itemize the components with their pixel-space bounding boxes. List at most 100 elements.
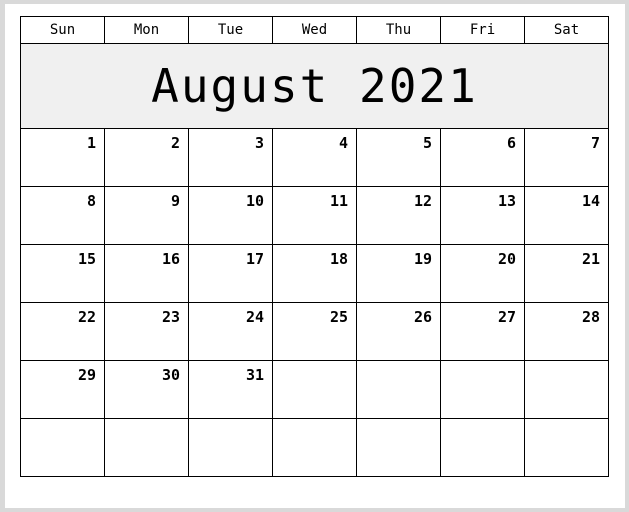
day-number: 14 xyxy=(581,192,600,210)
day-number: 20 xyxy=(497,250,516,268)
weekday-header-thu: Thu xyxy=(356,16,441,44)
month-title-band: August 2021 xyxy=(20,43,609,129)
calendar-day-cell[interactable]: 7 xyxy=(524,128,609,187)
calendar-day-cell[interactable]: 6 xyxy=(440,128,525,187)
day-number xyxy=(189,419,272,426)
day-number: 21 xyxy=(581,250,600,268)
day-number xyxy=(273,419,356,426)
calendar-week-row: 8 9 10 11 12 13 14 xyxy=(20,186,609,245)
calendar-day-cell[interactable]: 2 xyxy=(104,128,189,187)
calendar-day-cell[interactable]: 5 xyxy=(356,128,441,187)
calendar-day-cell-empty[interactable] xyxy=(356,418,441,477)
day-number: 30 xyxy=(161,366,180,384)
day-number: 3 xyxy=(254,134,264,152)
calendar-day-cell[interactable]: 21 xyxy=(524,244,609,303)
day-number: 15 xyxy=(77,250,96,268)
calendar-day-cell[interactable]: 4 xyxy=(272,128,357,187)
day-number xyxy=(357,361,440,368)
day-number xyxy=(441,419,524,426)
day-number: 12 xyxy=(413,192,432,210)
calendar-day-cell[interactable]: 31 xyxy=(188,360,273,419)
calendar-day-cell[interactable]: 24 xyxy=(188,302,273,361)
calendar-day-cell[interactable]: 1 xyxy=(20,128,105,187)
calendar-day-cell[interactable]: 3 xyxy=(188,128,273,187)
day-number xyxy=(357,419,440,426)
calendar-day-cell[interactable]: 16 xyxy=(104,244,189,303)
weekday-label: Mon xyxy=(133,22,160,38)
calendar-day-cell[interactable]: 23 xyxy=(104,302,189,361)
day-number xyxy=(441,361,524,368)
calendar-day-cell-empty[interactable] xyxy=(524,360,609,419)
calendar-day-cell[interactable]: 26 xyxy=(356,302,441,361)
day-number xyxy=(21,419,104,426)
calendar-day-cell-empty[interactable] xyxy=(20,418,105,477)
day-number: 19 xyxy=(413,250,432,268)
calendar-day-cell[interactable]: 14 xyxy=(524,186,609,245)
weekday-header-mon: Mon xyxy=(104,16,189,44)
calendar-week-row: 29 30 31 xyxy=(20,360,609,419)
day-number: 4 xyxy=(338,134,348,152)
calendar-day-cell[interactable]: 11 xyxy=(272,186,357,245)
calendar-day-cell[interactable]: 8 xyxy=(20,186,105,245)
monthly-calendar-table: Sun Mon Tue Wed Thu Fri Sat August 2021 … xyxy=(20,16,609,477)
calendar-day-cell[interactable]: 20 xyxy=(440,244,525,303)
page-title: August 2021 xyxy=(151,59,478,113)
day-number: 8 xyxy=(86,192,96,210)
day-number: 18 xyxy=(329,250,348,268)
day-number: 31 xyxy=(245,366,264,384)
calendar-week-row: 22 23 24 25 26 27 28 xyxy=(20,302,609,361)
day-number: 6 xyxy=(506,134,516,152)
weekday-label: Thu xyxy=(385,22,412,38)
calendar-day-cell[interactable]: 28 xyxy=(524,302,609,361)
day-number: 10 xyxy=(245,192,264,210)
calendar-day-cell-empty[interactable] xyxy=(272,418,357,477)
calendar-day-cell[interactable]: 22 xyxy=(20,302,105,361)
calendar-day-cell[interactable]: 13 xyxy=(440,186,525,245)
calendar-day-cell[interactable]: 29 xyxy=(20,360,105,419)
day-number xyxy=(525,361,608,368)
calendar-day-cell[interactable]: 17 xyxy=(188,244,273,303)
day-number: 27 xyxy=(497,308,516,326)
weekday-header-row: Sun Mon Tue Wed Thu Fri Sat xyxy=(20,16,609,44)
weekday-label: Fri xyxy=(469,22,496,38)
calendar-day-cell[interactable]: 15 xyxy=(20,244,105,303)
calendar-day-cell-empty[interactable] xyxy=(524,418,609,477)
weekday-header-sun: Sun xyxy=(20,16,105,44)
day-number: 23 xyxy=(161,308,180,326)
weekday-label: Sun xyxy=(49,22,76,38)
calendar-day-cell[interactable]: 27 xyxy=(440,302,525,361)
calendar-day-cell-empty[interactable] xyxy=(440,360,525,419)
calendar-week-row xyxy=(20,418,609,477)
calendar-day-cell[interactable]: 19 xyxy=(356,244,441,303)
calendar-day-cell[interactable]: 10 xyxy=(188,186,273,245)
calendar-day-cell[interactable]: 9 xyxy=(104,186,189,245)
day-number: 9 xyxy=(170,192,180,210)
weekday-header-sat: Sat xyxy=(524,16,609,44)
day-number: 16 xyxy=(161,250,180,268)
weekday-label: Wed xyxy=(301,22,328,38)
day-number: 5 xyxy=(422,134,432,152)
day-number: 1 xyxy=(86,134,96,152)
calendar-day-cell-empty[interactable] xyxy=(440,418,525,477)
day-number xyxy=(525,419,608,426)
calendar-day-cell-empty[interactable] xyxy=(356,360,441,419)
calendar-day-cell-empty[interactable] xyxy=(188,418,273,477)
day-number: 22 xyxy=(77,308,96,326)
calendar-day-cell[interactable]: 25 xyxy=(272,302,357,361)
calendar-day-cell[interactable]: 30 xyxy=(104,360,189,419)
calendar-day-cell-empty[interactable] xyxy=(272,360,357,419)
calendar-page: Sun Mon Tue Wed Thu Fri Sat August 2021 … xyxy=(5,4,625,508)
calendar-day-cell[interactable]: 18 xyxy=(272,244,357,303)
day-number: 29 xyxy=(77,366,96,384)
day-number: 11 xyxy=(329,192,348,210)
day-number: 13 xyxy=(497,192,516,210)
month-title-row: August 2021 xyxy=(20,43,609,129)
calendar-day-cell[interactable]: 12 xyxy=(356,186,441,245)
day-number: 17 xyxy=(245,250,264,268)
day-number: 2 xyxy=(170,134,180,152)
day-number: 28 xyxy=(581,308,600,326)
day-number: 25 xyxy=(329,308,348,326)
calendar-day-cell-empty[interactable] xyxy=(104,418,189,477)
weekday-header-tue: Tue xyxy=(188,16,273,44)
day-number xyxy=(273,361,356,368)
